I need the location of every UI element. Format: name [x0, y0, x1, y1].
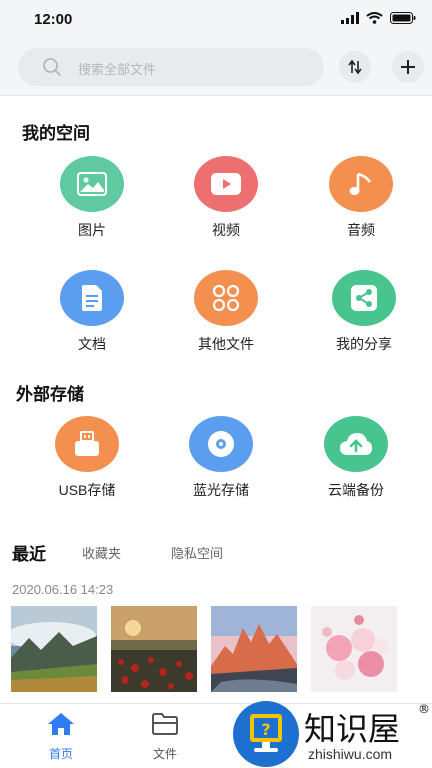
tile-images[interactable]: 图片 [37, 156, 147, 266]
watermark-registered-mark: ® [418, 702, 430, 716]
tile-label: 其他文件 [198, 336, 254, 352]
watermark-logo: ? 知识屋 ® zhishiwu.com [232, 700, 432, 768]
photo-thumbnail-roses[interactable] [311, 606, 397, 692]
tile-label: 文档 [78, 336, 106, 352]
tab-private-space[interactable]: 隐私空间 [171, 543, 223, 562]
tile-videos[interactable]: 视频 [171, 156, 281, 266]
sort-arrows-icon [348, 59, 362, 75]
wifi-icon [366, 12, 383, 24]
document-icon [60, 270, 124, 326]
tile-label: 图片 [78, 222, 106, 238]
tile-documents[interactable]: 文档 [37, 270, 147, 380]
nav-label-home: 首页 [48, 747, 73, 761]
tile-other-files[interactable]: 其他文件 [171, 270, 281, 380]
battery-icon [390, 12, 416, 24]
usb-icon [55, 416, 119, 472]
home-icon [48, 713, 74, 735]
tab-favorites[interactable]: 收藏夹 [82, 543, 121, 562]
cloud-upload-icon [324, 416, 388, 472]
signal-icon [341, 12, 359, 24]
my-space-title: 我的空间 [22, 124, 90, 143]
tile-audio[interactable]: 音频 [306, 156, 416, 266]
tile-label: 蓝光存储 [193, 482, 249, 498]
plus-icon [401, 60, 415, 74]
tile-label: USB存储 [58, 482, 116, 498]
image-icon [60, 156, 124, 212]
video-play-icon [194, 156, 258, 212]
share-icon [332, 270, 396, 326]
recent-tabs: 最近 收藏夹 隐私空间 [0, 538, 432, 566]
tile-cloud-backup[interactable]: 云端备份 [301, 416, 411, 526]
tile-bluray-storage[interactable]: 蓝光存储 [166, 416, 276, 526]
watermark-url: zhishiwu.com [308, 746, 393, 762]
tab-recent[interactable]: 最近 [12, 540, 46, 565]
status-bar: 12:00 [0, 0, 432, 40]
tile-usb-storage[interactable]: USB存储 [32, 416, 142, 526]
nav-item-home[interactable]: 首页 [21, 712, 101, 762]
tile-my-shares[interactable]: 我的分享 [309, 270, 419, 380]
photo-thumbnail-peaks[interactable] [211, 606, 297, 692]
photo-thumbnail-mountain[interactable] [11, 606, 97, 692]
folder-icon [152, 713, 178, 735]
nav-label-files: 文件 [152, 747, 177, 761]
nav-item-files[interactable]: 文件 [125, 712, 205, 762]
tile-label: 视频 [212, 222, 240, 238]
status-time: 12:00 [34, 11, 73, 28]
search-bar-row: 搜索全部文件 [0, 40, 432, 96]
tile-label: 音频 [347, 222, 375, 238]
grid-icon [194, 270, 258, 326]
status-icons [341, 12, 416, 24]
svg-text:?: ? [261, 720, 270, 739]
external-storage-title: 外部存储 [16, 385, 84, 404]
add-button[interactable] [392, 51, 424, 83]
search-input[interactable]: 搜索全部文件 [18, 48, 324, 86]
recent-timestamp: 2020.06.16 14:23 [12, 582, 114, 597]
music-note-icon [329, 156, 393, 212]
sort-button[interactable] [339, 51, 371, 83]
help-monitor-icon: ? [233, 701, 299, 767]
watermark-logo-text: 知识屋 [304, 710, 401, 748]
search-placeholder: 搜索全部文件 [78, 62, 157, 77]
photo-thumbnail-poppy-field[interactable] [111, 606, 197, 692]
search-icon [43, 58, 61, 76]
tile-label: 我的分享 [336, 336, 392, 352]
tile-label: 云端备份 [328, 482, 384, 498]
disc-icon [189, 416, 253, 472]
